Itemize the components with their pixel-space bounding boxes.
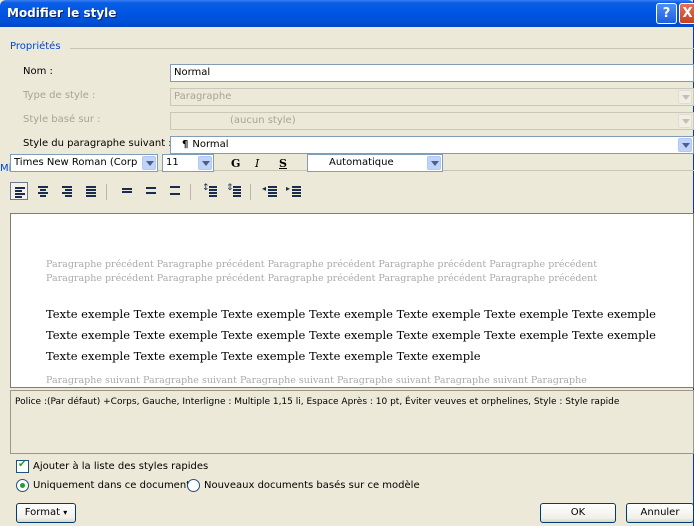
- chevron-down-icon: ▾: [63, 508, 68, 517]
- chevron-down-icon[interactable]: [678, 138, 692, 152]
- double-spacing-button[interactable]: [166, 182, 184, 200]
- name-input[interactable]: Normal: [170, 64, 694, 82]
- close-button[interactable]: X: [679, 3, 694, 24]
- properties-section-title: Propriétés: [10, 41, 61, 52]
- increase-indent-button[interactable]: ▸: [286, 182, 304, 200]
- window-title: Modifier le style: [7, 6, 117, 20]
- next-style-select[interactable]: ¶ Normal: [170, 136, 694, 154]
- align-right-button[interactable]: [58, 182, 76, 200]
- font-select[interactable]: Times New Roman (Corp: [10, 154, 158, 172]
- chevron-down-icon[interactable]: [142, 156, 156, 170]
- help-button[interactable]: ?: [656, 3, 677, 24]
- font-size-select[interactable]: 11: [162, 154, 214, 172]
- italic-button[interactable]: I: [255, 157, 259, 170]
- help-icon: ?: [662, 6, 671, 21]
- single-spacing-icon: [122, 188, 132, 194]
- new-documents-radio[interactable]: [187, 479, 200, 492]
- arrow-up-down-icon: ↕: [202, 183, 210, 193]
- justify-icon: [86, 186, 96, 198]
- font-color-select[interactable]: Automatique: [307, 154, 443, 172]
- style-type-select: Paragraphe: [170, 88, 694, 106]
- align-right-icon: [62, 186, 72, 198]
- next-style-value: Normal: [192, 139, 229, 150]
- close-icon: X: [682, 6, 693, 21]
- one-half-spacing-icon: [146, 187, 156, 195]
- based-on-label: Style basé sur :: [23, 114, 101, 125]
- align-left-icon: [15, 187, 25, 199]
- cancel-button[interactable]: Annuler: [626, 503, 694, 523]
- space-after-button[interactable]: ⇕: [226, 182, 244, 200]
- line-spacing-icon: [209, 186, 217, 198]
- arrow-left-icon: ◂: [262, 184, 267, 193]
- double-spacing-icon: [170, 186, 180, 196]
- chevron-down-icon[interactable]: [198, 156, 212, 170]
- based-on-select: (aucun style): [170, 112, 694, 130]
- align-center-icon: [38, 186, 48, 198]
- align-left-button[interactable]: [10, 182, 28, 200]
- title-bar[interactable]: Modifier le style ? X: [0, 0, 694, 27]
- one-half-spacing-button[interactable]: [142, 182, 160, 200]
- properties-divider: [70, 48, 694, 49]
- style-description: Police :(Par défaut) +Corps, Gauche, Int…: [10, 390, 694, 454]
- ok-button[interactable]: OK: [540, 503, 616, 523]
- preview-next-line: Paragraphe suivant Paragraphe suivant Pa…: [46, 375, 587, 386]
- underline-button[interactable]: S: [279, 157, 287, 170]
- preview-previous-line-1: Paragraphe précédent Paragraphe précéden…: [46, 259, 598, 270]
- decrease-indent-button[interactable]: ◂: [262, 182, 280, 200]
- bold-button[interactable]: G: [231, 157, 240, 170]
- new-documents-label[interactable]: Nouveaux documents basés sur ce modèle: [204, 480, 420, 491]
- paragraph-toolbar: ↕ ⇕ ◂ ▸: [10, 182, 694, 206]
- name-label: Nom :: [23, 66, 53, 77]
- align-center-button[interactable]: [34, 182, 52, 200]
- font-color-value: Automatique: [329, 157, 394, 168]
- font-size-value: 11: [166, 157, 179, 168]
- single-spacing-button[interactable]: [118, 182, 136, 200]
- modify-style-dialog: Modifier le style ? X Propriétés Nom : N…: [0, 0, 694, 526]
- preview-previous-line-2: Paragraphe précédent Paragraphe précéden…: [46, 273, 598, 284]
- add-quick-styles-label[interactable]: Ajouter à la liste des styles rapides: [33, 461, 208, 472]
- paragraph-spacing-icon: [233, 186, 241, 198]
- add-quick-styles-checkbox[interactable]: [16, 459, 29, 473]
- chevron-down-icon: [678, 90, 692, 104]
- justify-button[interactable]: [82, 182, 100, 200]
- increase-indent-icon: [292, 186, 301, 198]
- chevron-down-icon: [678, 114, 692, 128]
- format-menu-button[interactable]: Format ▾: [16, 503, 76, 523]
- arrow-right-icon: ▸: [286, 184, 291, 193]
- toolbar-separator: [190, 184, 191, 200]
- next-style-label: Style du paragraphe suivant :: [23, 138, 172, 149]
- based-on-value: (aucun style): [230, 115, 296, 126]
- format-button-label: Format: [24, 507, 61, 518]
- decrease-indent-icon: [268, 186, 277, 198]
- space-before-button[interactable]: ↕: [202, 182, 220, 200]
- font-value: Times New Roman (Corp: [14, 157, 138, 168]
- arrow-up-down-icon: ⇕: [226, 183, 234, 193]
- style-preview: Paragraphe précédent Paragraphe précéden…: [10, 213, 694, 388]
- style-type-value: Paragraphe: [174, 91, 232, 102]
- toolbar-separator: [250, 184, 251, 200]
- preview-sample-text: Texte exemple Texte exemple Texte exempl…: [46, 307, 656, 363]
- style-description-text: Police :(Par défaut) +Corps, Gauche, Int…: [15, 397, 620, 407]
- pilcrow-icon: ¶: [182, 139, 189, 150]
- chevron-down-icon[interactable]: [427, 156, 441, 170]
- style-type-label: Type de style :: [23, 90, 96, 101]
- toolbar-separator: [106, 184, 107, 200]
- only-this-document-label[interactable]: Uniquement dans ce document: [33, 480, 190, 491]
- only-this-document-radio[interactable]: [16, 479, 29, 492]
